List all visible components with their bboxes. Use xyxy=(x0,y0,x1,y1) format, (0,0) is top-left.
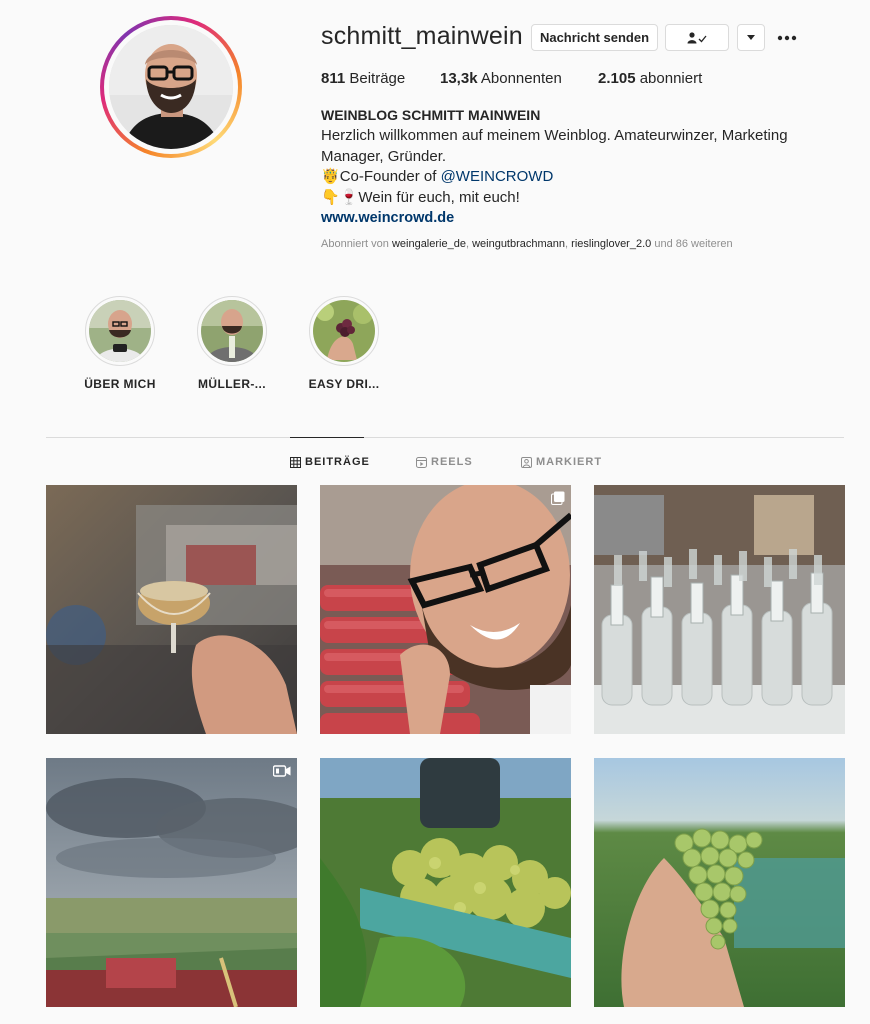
followed-by-user-2: weingutbrachmann xyxy=(472,238,566,250)
followed-by-user-1: weingalerie_de xyxy=(391,238,466,250)
bio-wine-text: Wein für euch, mit euch! xyxy=(358,188,520,206)
followers-count[interactable]: 13,3k Abonnenten xyxy=(440,70,562,87)
post-tile[interactable] xyxy=(46,758,297,1007)
post-image-grape-bunch xyxy=(594,758,845,1007)
post-image-grape-harvest xyxy=(320,758,571,1007)
profile-avatar[interactable] xyxy=(100,16,242,158)
options-button[interactable] xyxy=(777,26,797,55)
following-count-value: 2.105 xyxy=(598,70,636,87)
highlight-2-image xyxy=(201,300,263,362)
following-count[interactable]: 2.105 abonniert xyxy=(598,70,702,87)
tab-tagged[interactable]: MARKIERT xyxy=(521,456,602,468)
tab-label: MARKIERT xyxy=(536,456,603,468)
carousel-icon xyxy=(551,491,565,505)
tab-label: BEITRÄGE xyxy=(305,456,370,468)
caret-down-icon xyxy=(747,34,755,40)
post-tile[interactable] xyxy=(594,758,845,1007)
followed-by-prefix: Abonniert von xyxy=(321,238,389,250)
tabs-divider xyxy=(46,437,844,438)
active-tab-indicator xyxy=(290,437,364,438)
followers-count-label: Abonnenten xyxy=(480,70,562,87)
profile-photo xyxy=(109,25,233,149)
tab-reels[interactable]: REELS xyxy=(416,456,473,468)
send-message-button[interactable]: Nachricht senden xyxy=(531,24,658,51)
post-image-selfie-wine-crates xyxy=(320,485,571,734)
post-image-stormy-landscape xyxy=(46,758,297,1007)
followed-by-text[interactable]: Abonniert von weingalerie_de, weingutbra… xyxy=(321,238,733,250)
person-check-icon xyxy=(687,31,707,43)
profile-username: schmitt_mainwein xyxy=(321,22,523,50)
posts-count-value: 811 xyxy=(321,70,346,87)
grid-icon xyxy=(290,456,301,468)
highlight-3-image xyxy=(313,300,375,362)
post-tile[interactable] xyxy=(320,758,571,1007)
post-tile[interactable] xyxy=(46,485,297,734)
highlight-1-image xyxy=(89,300,151,362)
following-button[interactable] xyxy=(665,24,729,51)
suggestions-dropdown-button[interactable] xyxy=(737,24,765,51)
bio-full-name: WEINBLOG SCHMITT MAINWEIN xyxy=(321,107,541,123)
tab-posts[interactable]: BEITRÄGE xyxy=(290,456,370,468)
highlight-label: MÜLLER-... xyxy=(198,377,266,391)
bio-intro: Herzlich willkommen auf meinem Weinblog.… xyxy=(321,127,788,165)
bio-text: Herzlich willkommen auf meinem Weinblog.… xyxy=(321,126,821,229)
bio-cofounder-line: 🤴Co-Founder of @WEINCROWD xyxy=(321,167,821,188)
post-image-bottles xyxy=(594,485,845,734)
tagged-icon xyxy=(521,456,532,468)
post-tile[interactable] xyxy=(320,485,571,734)
reels-icon xyxy=(416,456,427,468)
followed-by-suffix: und 86 weiteren xyxy=(654,238,733,250)
bio-wine-line: 👇🍷Wein für euch, mit euch! xyxy=(321,188,821,209)
bio-cofounder-text: Co-Founder of xyxy=(339,168,441,185)
highlight-label: EASY DRI... xyxy=(308,377,380,391)
highlight-ueber-mich[interactable]: ÜBER MICH xyxy=(75,296,165,391)
website-link[interactable]: www.weincrowd.de xyxy=(321,208,821,229)
more-options-icon xyxy=(777,35,797,41)
highlight-label: ÜBER MICH xyxy=(84,377,156,391)
tab-label: REELS xyxy=(431,456,473,468)
highlight-easy-drinking[interactable]: EASY DRI... xyxy=(299,296,389,391)
video-icon xyxy=(273,765,291,777)
posts-count: 811 Beiträge xyxy=(321,70,405,87)
following-count-label: abonniert xyxy=(639,70,703,87)
followed-by-user-3: rieslinglover_2.0 xyxy=(571,238,652,250)
posts-count-label: Beiträge xyxy=(349,70,406,87)
followers-count-value: 13,3k xyxy=(440,70,478,87)
weincrowd-mention-link[interactable]: @WEINCROWD xyxy=(441,168,554,185)
post-image-wine-glass xyxy=(46,485,297,734)
highlight-mueller[interactable]: MÜLLER-... xyxy=(187,296,277,391)
pointing-wine-emoji-icon: 👇🍷 xyxy=(321,188,359,206)
crown-emoji-icon: 🤴 xyxy=(321,168,340,185)
post-tile[interactable] xyxy=(594,485,845,734)
